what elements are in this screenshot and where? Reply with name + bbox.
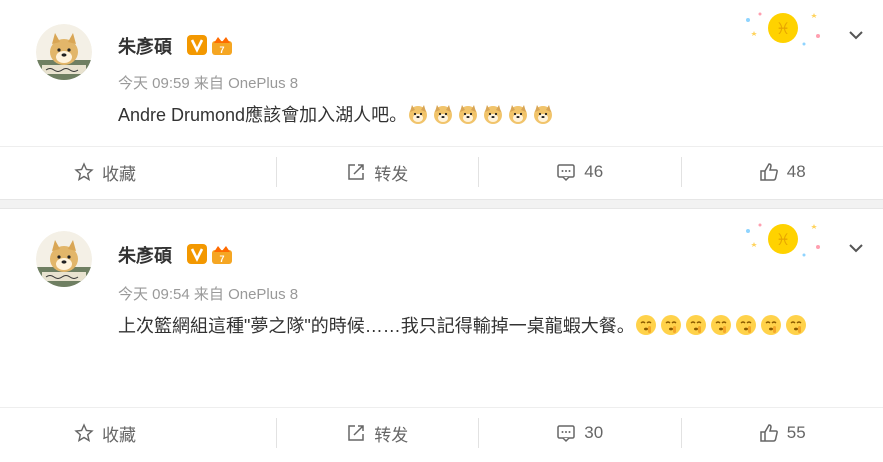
action-bar: 收藏 转发 30 55 bbox=[0, 407, 883, 458]
author-name[interactable]: 朱彥碩 bbox=[118, 242, 172, 268]
user-badges: 7 bbox=[187, 35, 234, 60]
comment-icon bbox=[556, 162, 576, 182]
like-button[interactable]: 48 bbox=[681, 157, 883, 187]
post-meta: 今天 09:59 来自 OnePlus 8 bbox=[118, 72, 298, 93]
share-icon bbox=[346, 423, 366, 443]
repost-label: 转发 bbox=[374, 421, 408, 446]
post-time[interactable]: 今天 09:59 bbox=[118, 75, 190, 92]
post-card: 朱彥碩 7 今天 09:59 来自 OnePlus 8 Andre Drumon… bbox=[0, 0, 883, 199]
svg-text:7: 7 bbox=[219, 45, 224, 55]
post-text-body: 上次籃網組這種"夢之隊"的時候……我只記得輸掉一桌龍蝦大餐。 bbox=[118, 316, 635, 336]
shush-emoji-icon bbox=[660, 314, 682, 336]
post-source: OnePlus 8 bbox=[228, 286, 298, 303]
shush-emoji-icon bbox=[685, 314, 707, 336]
doge-emoji-icon bbox=[482, 103, 504, 125]
chevron-down-icon[interactable] bbox=[847, 239, 865, 257]
comment-count: 30 bbox=[584, 423, 603, 443]
svg-text:♓: ♓ bbox=[776, 19, 790, 38]
favorite-button[interactable]: 收藏 bbox=[0, 157, 276, 187]
comment-button[interactable]: 30 bbox=[478, 418, 681, 448]
verified-v-icon bbox=[187, 35, 207, 60]
like-button[interactable]: 55 bbox=[681, 418, 883, 448]
star-icon bbox=[74, 423, 94, 443]
post-time[interactable]: 今天 09:54 bbox=[118, 286, 190, 303]
post-text: 上次籃網組這種"夢之隊"的時候……我只記得輸掉一桌龍蝦大餐。 bbox=[118, 311, 858, 342]
share-icon bbox=[346, 162, 366, 182]
card-decoration: ♓ bbox=[738, 217, 828, 261]
doge-emoji-icon bbox=[432, 103, 454, 125]
shush-emoji-icon bbox=[785, 314, 807, 336]
favorite-label: 收藏 bbox=[102, 160, 136, 185]
shush-emoji-icon bbox=[735, 314, 757, 336]
svg-text:7: 7 bbox=[219, 254, 224, 264]
post-source: OnePlus 8 bbox=[228, 75, 298, 92]
author-name[interactable]: 朱彥碩 bbox=[118, 33, 172, 59]
avatar[interactable] bbox=[36, 24, 92, 80]
emoji-row bbox=[407, 105, 557, 125]
source-prefix: 来自 bbox=[194, 286, 224, 303]
card-decoration: ♓ bbox=[738, 6, 828, 50]
member-crown-icon: 7 bbox=[210, 35, 234, 60]
doge-emoji-icon bbox=[457, 103, 479, 125]
star-icon bbox=[74, 162, 94, 182]
post-text: Andre Drumond應該會加入湖人吧。 bbox=[118, 100, 557, 131]
thumbs-up-icon bbox=[759, 162, 779, 182]
avatar[interactable] bbox=[36, 231, 92, 287]
favorite-button[interactable]: 收藏 bbox=[0, 418, 276, 448]
doge-emoji-icon bbox=[532, 103, 554, 125]
user-badges: 7 bbox=[187, 244, 234, 269]
shush-emoji-icon bbox=[760, 314, 782, 336]
doge-emoji-icon bbox=[507, 103, 529, 125]
svg-text:♓: ♓ bbox=[776, 230, 790, 249]
shush-emoji-icon bbox=[710, 314, 732, 336]
comment-icon bbox=[556, 423, 576, 443]
doge-emoji-icon bbox=[407, 103, 429, 125]
post-card: 朱彥碩 7 今天 09:54 来自 OnePlus 8 上次籃網組這種"夢之隊"… bbox=[0, 209, 883, 462]
repost-label: 转发 bbox=[374, 160, 408, 185]
action-bar: 收藏 转发 46 48 bbox=[0, 146, 883, 197]
repost-button[interactable]: 转发 bbox=[276, 157, 479, 187]
source-prefix: 来自 bbox=[194, 75, 224, 92]
emoji-row bbox=[635, 316, 810, 336]
like-count: 48 bbox=[787, 162, 806, 182]
chevron-down-icon[interactable] bbox=[847, 26, 865, 44]
thumbs-up-icon bbox=[759, 423, 779, 443]
post-meta: 今天 09:54 来自 OnePlus 8 bbox=[118, 283, 298, 304]
verified-v-icon bbox=[187, 244, 207, 269]
comment-count: 46 bbox=[584, 162, 603, 182]
post-text-body: Andre Drumond應該會加入湖人吧。 bbox=[118, 105, 407, 125]
post-divider bbox=[0, 199, 883, 209]
shush-emoji-icon bbox=[635, 314, 657, 336]
like-count: 55 bbox=[787, 423, 806, 443]
favorite-label: 收藏 bbox=[102, 421, 136, 446]
comment-button[interactable]: 46 bbox=[478, 157, 681, 187]
repost-button[interactable]: 转发 bbox=[276, 418, 479, 448]
member-crown-icon: 7 bbox=[210, 244, 234, 269]
